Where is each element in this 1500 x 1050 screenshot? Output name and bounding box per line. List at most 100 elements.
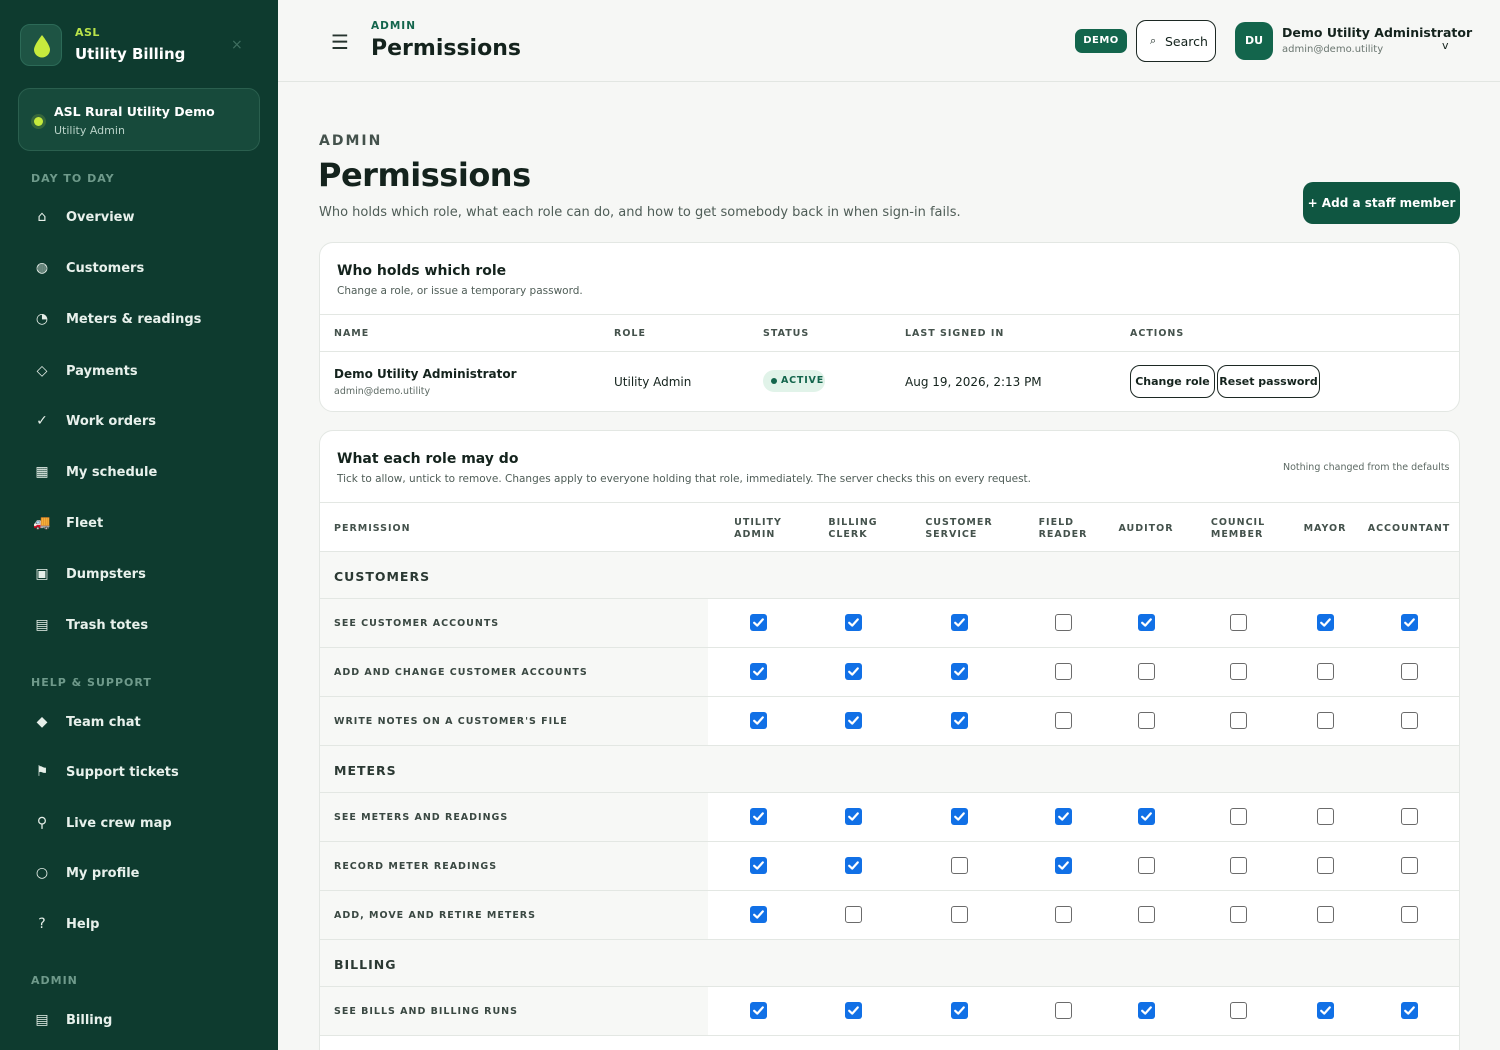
permission-checkbox[interactable]	[951, 808, 968, 825]
permission-checkbox[interactable]	[1055, 906, 1072, 923]
permission-checkbox[interactable]	[1055, 712, 1072, 729]
sidebar-item-payments[interactable]: ◇ Payments	[30, 358, 260, 388]
sidebar-item-customers[interactable]: ◍ Customers	[30, 255, 260, 285]
sidebar-item-my-profile[interactable]: ○ My profile	[30, 860, 260, 890]
permission-checkbox[interactable]	[1055, 857, 1072, 874]
permission-checkbox[interactable]	[1401, 906, 1418, 923]
sidebar-item-dumpsters[interactable]: ▣ Dumpsters	[30, 561, 260, 591]
permission-checkbox[interactable]	[1055, 614, 1072, 631]
permission-checkbox[interactable]	[750, 857, 767, 874]
staff-role: Utility Admin	[614, 375, 692, 389]
checkmark-icon	[1404, 1006, 1415, 1015]
permission-checkbox[interactable]	[1230, 906, 1247, 923]
sidebar-item-help[interactable]: ? Help	[30, 911, 260, 941]
permission-checkbox[interactable]	[1317, 906, 1334, 923]
permission-checkbox[interactable]	[1401, 712, 1418, 729]
permission-checkbox[interactable]	[1138, 857, 1155, 874]
sidebar-item-live-crew-map[interactable]: ⚲ Live crew map	[30, 810, 260, 840]
permission-checkbox[interactable]	[1230, 1002, 1247, 1019]
sidebar-item-support-tickets[interactable]: ⚑ Support tickets	[30, 759, 260, 789]
user-name[interactable]: Demo Utility Administrator	[1282, 25, 1472, 40]
permission-checkbox[interactable]	[1138, 906, 1155, 923]
permission-checkbox[interactable]	[1401, 808, 1418, 825]
change-role-button[interactable]: Change role	[1130, 365, 1215, 398]
permission-checkbox[interactable]	[845, 614, 862, 631]
permission-checkbox[interactable]	[845, 1002, 862, 1019]
role-column-header: AUDITOR	[1106, 523, 1186, 535]
nav-section-label: ADMIN	[31, 974, 78, 987]
permission-checkbox[interactable]	[1230, 663, 1247, 680]
permission-checkbox[interactable]	[1317, 1002, 1334, 1019]
permission-checkbox[interactable]	[1230, 808, 1247, 825]
permission-checkbox[interactable]	[951, 614, 968, 631]
permission-checkbox[interactable]	[951, 1002, 968, 1019]
permission-checkbox[interactable]	[845, 712, 862, 729]
permission-group-label: METERS	[334, 763, 397, 778]
sidebar-item-my-schedule[interactable]: ▦ My schedule	[30, 459, 260, 489]
permission-checkbox[interactable]	[951, 712, 968, 729]
permission-checkbox[interactable]	[1138, 614, 1155, 631]
permission-checkbox[interactable]	[1230, 614, 1247, 631]
sidebar-item-billing[interactable]: ▤ Billing	[30, 1007, 260, 1037]
permission-checkbox[interactable]	[845, 663, 862, 680]
permission-checkbox[interactable]	[1055, 808, 1072, 825]
role-name-line-1: CUSTOMER	[925, 517, 993, 528]
close-sidebar-icon[interactable]: ×	[231, 37, 243, 53]
sidebar-item-meters-readings[interactable]: ◔ Meters & readings	[30, 306, 260, 336]
avatar[interactable]: DU	[1235, 22, 1273, 60]
permission-checkbox[interactable]	[845, 906, 862, 923]
sidebar-item-trash-totes[interactable]: ▤ Trash totes	[30, 612, 260, 642]
permission-checkbox[interactable]	[1401, 857, 1418, 874]
permission-checkbox[interactable]	[750, 808, 767, 825]
permission-checkbox[interactable]	[1401, 663, 1418, 680]
role-column-header: ACCOUNTANT	[1368, 523, 1450, 535]
permission-checkbox[interactable]	[1230, 857, 1247, 874]
permission-label: RECORD METER READINGS	[334, 861, 498, 872]
permission-label: ADD AND CHANGE CUSTOMER ACCOUNTS	[334, 667, 588, 678]
organization-switcher[interactable]: ASL Rural Utility Demo Utility Admin	[18, 88, 260, 151]
add-staff-member-button[interactable]: + Add a staff member	[1303, 182, 1460, 224]
permission-checkbox[interactable]	[951, 663, 968, 680]
permission-checkbox[interactable]	[1317, 857, 1334, 874]
permission-checkbox[interactable]	[750, 906, 767, 923]
sidebar-item-team-chat[interactable]: ◆ Team chat	[30, 709, 260, 739]
permission-checkbox[interactable]	[750, 614, 767, 631]
brand: ASL Utility Billing ×	[20, 22, 260, 66]
permission-checkbox[interactable]	[1055, 663, 1072, 680]
search-button[interactable]: ⌕ Search	[1136, 20, 1216, 62]
sidebar-item-fleet[interactable]: 🚚 Fleet	[30, 510, 260, 540]
permission-checkbox[interactable]	[750, 663, 767, 680]
divider	[320, 351, 1459, 352]
checkmark-icon	[1141, 1006, 1152, 1015]
sidebar-item-overview[interactable]: ⌂ Overview	[30, 204, 260, 234]
permission-checkbox[interactable]	[750, 712, 767, 729]
reset-password-button[interactable]: Reset password	[1217, 365, 1320, 398]
permission-checkbox[interactable]	[845, 857, 862, 874]
checkmark-icon	[848, 861, 859, 870]
permission-checkbox[interactable]	[1055, 1002, 1072, 1019]
home-icon: ⌂	[37, 209, 47, 225]
chevron-down-icon[interactable]: v	[1442, 39, 1449, 52]
permission-checkbox[interactable]	[1401, 614, 1418, 631]
permission-checkbox[interactable]	[1138, 808, 1155, 825]
menu-icon[interactable]: ☰	[331, 30, 349, 54]
permission-checkbox[interactable]	[1317, 712, 1334, 729]
permission-checkbox[interactable]	[951, 857, 968, 874]
role-name-line-1: UTILITY	[734, 517, 782, 528]
org-name: ASL Rural Utility Demo	[54, 104, 215, 119]
permissions-card-subtitle: Tick to allow, untick to remove. Changes…	[337, 473, 1032, 485]
permission-checkbox[interactable]	[1317, 663, 1334, 680]
permission-group-label: CUSTOMERS	[334, 569, 431, 584]
permission-checkbox[interactable]	[1138, 1002, 1155, 1019]
sidebar-item-work-orders[interactable]: ✓ Work orders	[30, 408, 260, 438]
permission-checkbox[interactable]	[1138, 663, 1155, 680]
permission-checkbox[interactable]	[845, 808, 862, 825]
permission-checkbox[interactable]	[1230, 712, 1247, 729]
permission-checkbox[interactable]	[1138, 712, 1155, 729]
permission-checkbox[interactable]	[1317, 808, 1334, 825]
permission-checkbox[interactable]	[750, 1002, 767, 1019]
permission-checkbox[interactable]	[951, 906, 968, 923]
permission-checkbox[interactable]	[1317, 614, 1334, 631]
permission-checkbox[interactable]	[1401, 1002, 1418, 1019]
checkmark-icon	[954, 812, 965, 821]
